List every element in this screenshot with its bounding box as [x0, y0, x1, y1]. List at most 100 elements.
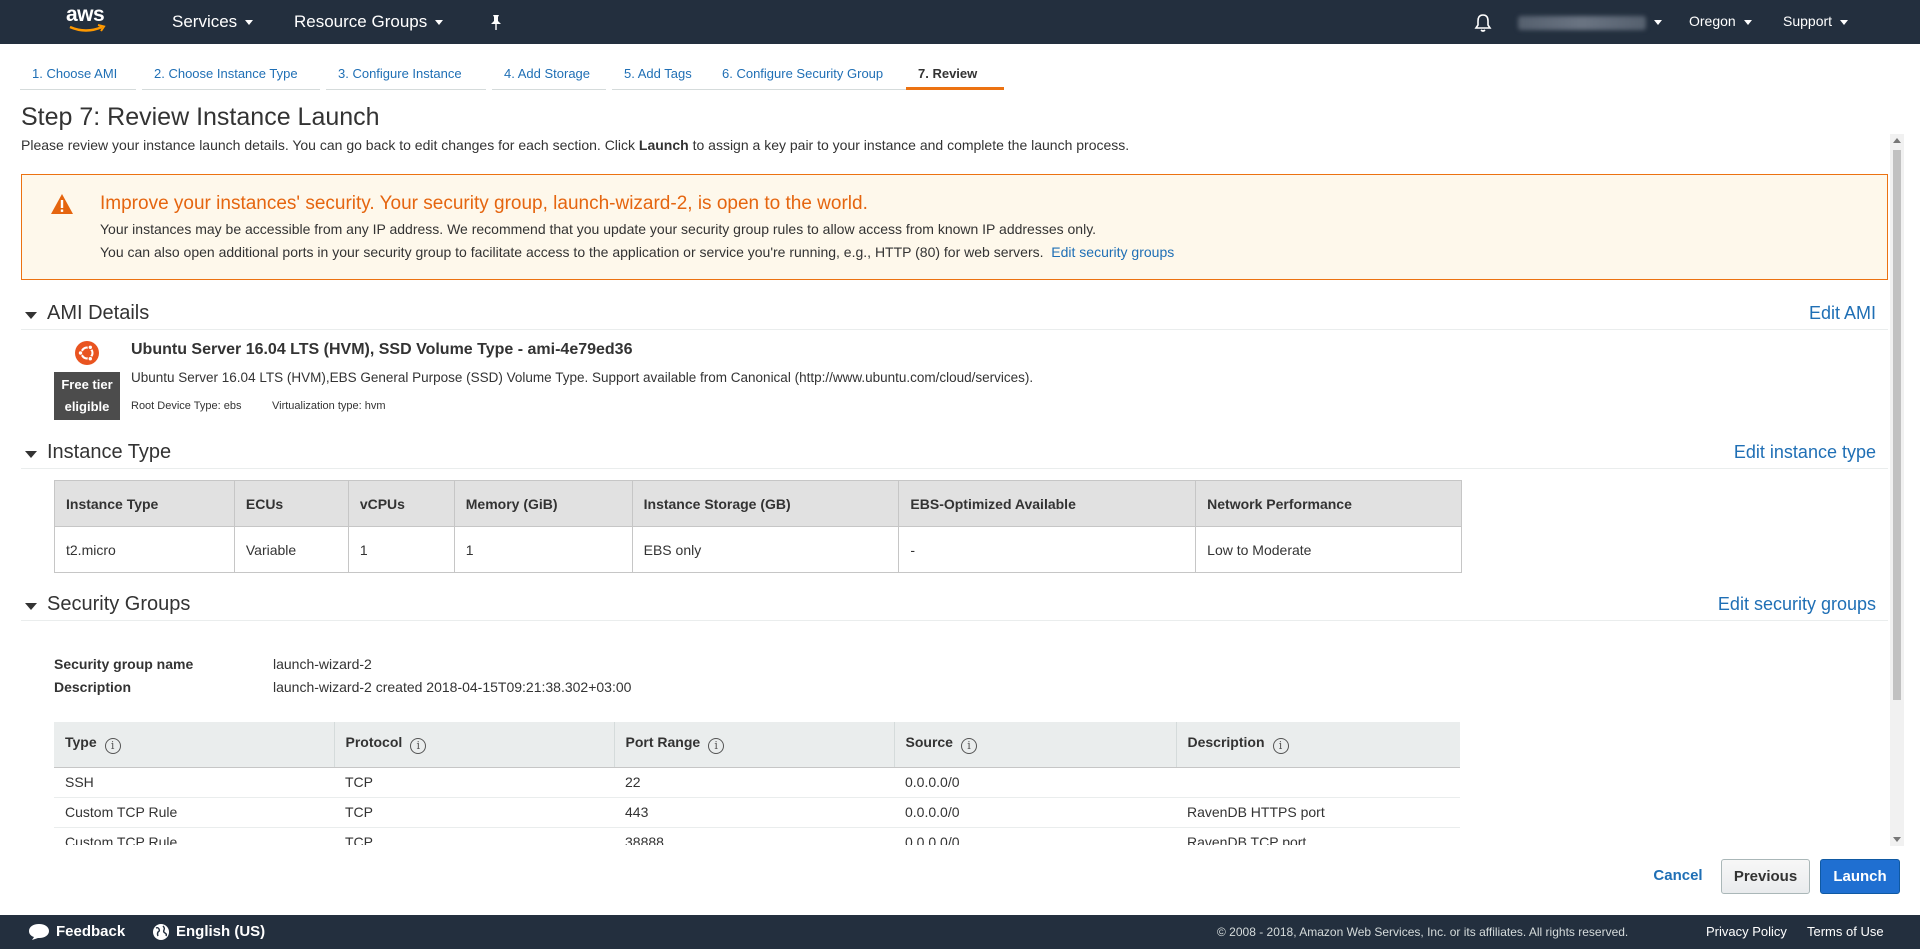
- table-cell: RavenDB HTTPS port: [1176, 797, 1460, 828]
- column-header-label: Type: [65, 734, 97, 751]
- column-header: ECUs: [233, 480, 349, 527]
- ami-name: Ubuntu Server 16.04 LTS (HVM), SSD Volum…: [131, 341, 633, 358]
- column-header-protocol: Protocol i: [334, 722, 615, 768]
- scroll-down-arrow-icon[interactable]: [1893, 837, 1901, 842]
- aws-logo[interactable]: aws: [66, 4, 112, 38]
- intro-text: Please review your instance launch detai…: [21, 137, 639, 153]
- table-cell: [1176, 767, 1460, 798]
- collapse-triangle-icon[interactable]: [25, 451, 37, 458]
- tab-configure-instance[interactable]: 3. Configure Instance: [326, 60, 486, 90]
- edit-security-groups-link[interactable]: Edit security groups: [1718, 594, 1876, 615]
- column-header-label: Port Range: [625, 734, 701, 751]
- tab-add-tags[interactable]: 5. Add Tags: [612, 60, 718, 90]
- table-cell: 1: [347, 526, 455, 573]
- region-label: Oregon: [1689, 13, 1736, 29]
- column-header: vCPUs: [347, 480, 455, 527]
- tab-choose-instance-type[interactable]: 2. Choose Instance Type: [142, 60, 320, 90]
- info-icon[interactable]: i: [104, 738, 121, 755]
- notifications-bell-icon[interactable]: [1474, 0, 1492, 44]
- warning-line-1: Your instances may be accessible from an…: [100, 221, 1097, 237]
- tab-configure-security-group[interactable]: 6. Configure Security Group: [710, 60, 914, 90]
- info-icon[interactable]: i: [1272, 738, 1289, 755]
- launch-button[interactable]: Launch: [1820, 859, 1900, 894]
- column-header-description: Description i: [1176, 722, 1460, 768]
- account-menu[interactable]: [1518, 0, 1662, 44]
- chevron-down-icon: [1840, 19, 1849, 25]
- security-group-name-value: launch-wizard-2: [273, 656, 372, 672]
- privacy-policy-link[interactable]: Privacy Policy: [1706, 915, 1787, 949]
- edit-instance-type-link[interactable]: Edit instance type: [1734, 442, 1876, 463]
- edit-ami-link[interactable]: Edit AMI: [1809, 303, 1876, 324]
- tab-add-storage[interactable]: 4. Add Storage: [492, 60, 606, 90]
- intro-text-end: to assign a key pair to your instance an…: [688, 137, 1130, 153]
- warning-title: Improve your instances' security. Your s…: [100, 193, 868, 214]
- table-cell: Custom TCP Rule: [54, 797, 334, 828]
- column-header-label: Protocol: [345, 734, 403, 751]
- table-cell: Variable: [233, 526, 349, 573]
- tab-review[interactable]: 7. Review: [906, 60, 1004, 90]
- table-cell: -: [898, 526, 1197, 573]
- table-row: t2.micro Variable 1 1 EBS only - Low to …: [54, 526, 1462, 573]
- page-intro: Please review your instance launch detai…: [21, 137, 1129, 153]
- footer-bar: Feedback English (US) © 2008 - 2018, Ama…: [0, 915, 1920, 949]
- account-name-redacted: [1518, 15, 1646, 30]
- previous-button[interactable]: Previous: [1721, 859, 1810, 894]
- security-groups-section-header[interactable]: Security Groups Edit security groups: [21, 593, 1888, 621]
- terms-of-use-link[interactable]: Terms of Use: [1807, 915, 1884, 949]
- pin-icon[interactable]: [488, 0, 504, 44]
- table-cell: TCP: [334, 797, 614, 828]
- chevron-down-icon: [435, 20, 444, 26]
- collapse-triangle-icon[interactable]: [25, 312, 37, 319]
- table-cell: Custom TCP Rule: [54, 827, 334, 845]
- support-menu[interactable]: Support: [1783, 0, 1849, 44]
- scroll-up-arrow-icon[interactable]: [1893, 138, 1901, 143]
- instance-type-section-header[interactable]: Instance Type Edit instance type: [21, 441, 1888, 469]
- support-label: Support: [1783, 13, 1833, 29]
- table-header-row: Type i Protocol i Port Range i Source i Desc…: [54, 722, 1460, 768]
- chevron-down-icon: [245, 20, 254, 26]
- tab-choose-ami[interactable]: 1. Choose AMI: [20, 60, 136, 90]
- table-cell: Low to Moderate: [1195, 526, 1462, 573]
- warning-line-2-text: You can also open additional ports in yo…: [100, 244, 1044, 260]
- info-icon[interactable]: i: [960, 738, 977, 755]
- security-groups-title: Security Groups: [47, 593, 191, 615]
- resource-groups-menu[interactable]: Resource Groups: [294, 0, 444, 44]
- vertical-scrollbar[interactable]: [1890, 134, 1904, 846]
- column-header: Network Performance: [1195, 480, 1462, 527]
- aws-smile-icon: [69, 24, 106, 32]
- warning-edit-security-groups-link[interactable]: Edit security groups: [1051, 244, 1174, 260]
- collapse-triangle-icon[interactable]: [25, 603, 37, 610]
- table-cell: 1: [453, 526, 633, 573]
- column-header: Instance Storage (GB): [631, 480, 900, 527]
- table-row: Custom TCP Rule TCP 443 0.0.0.0/0 RavenD…: [54, 797, 1460, 828]
- table-cell: 0.0.0.0/0: [894, 827, 1176, 845]
- ami-details-section-header[interactable]: AMI Details Edit AMI: [21, 302, 1888, 330]
- chevron-down-icon: [1743, 19, 1752, 25]
- language-selector[interactable]: English (US): [152, 915, 265, 949]
- feedback-button[interactable]: Feedback: [28, 915, 125, 949]
- virtualization-type: Virtualization type: hvm: [272, 400, 386, 412]
- scrollbar-thumb[interactable]: [1893, 150, 1901, 700]
- ami-description: Ubuntu Server 16.04 LTS (HVM),EBS Genera…: [131, 370, 1034, 385]
- column-header-source: Source i: [894, 722, 1177, 768]
- services-menu[interactable]: Services: [172, 0, 254, 44]
- info-icon[interactable]: i: [410, 738, 427, 755]
- table-cell: t2.micro: [54, 526, 235, 573]
- column-header-label: Source: [905, 734, 953, 751]
- region-menu[interactable]: Oregon: [1689, 0, 1752, 44]
- table-cell: RavenDB TCP port: [1176, 827, 1460, 845]
- table-cell: 0.0.0.0/0: [894, 797, 1176, 828]
- info-icon[interactable]: i: [708, 738, 725, 755]
- description-label: Description: [54, 679, 132, 695]
- warning-icon: [51, 194, 73, 214]
- root-device-type: Root Device Type: ebs: [131, 400, 242, 412]
- table-cell: 0.0.0.0/0: [894, 767, 1176, 798]
- chevron-down-icon: [1654, 20, 1662, 26]
- table-cell: EBS only: [631, 526, 900, 573]
- description-value: launch-wizard-2 created 2018-04-15T09:21…: [273, 679, 632, 695]
- security-rules-table: Type i Protocol i Port Range i Source i Desc…: [54, 722, 1460, 845]
- globe-icon: [153, 924, 169, 941]
- cancel-button[interactable]: Cancel: [1647, 862, 1709, 890]
- top-navigation-bar: aws Services Resource Groups Oregon Supp…: [0, 0, 1920, 44]
- table-cell: 22: [614, 767, 894, 798]
